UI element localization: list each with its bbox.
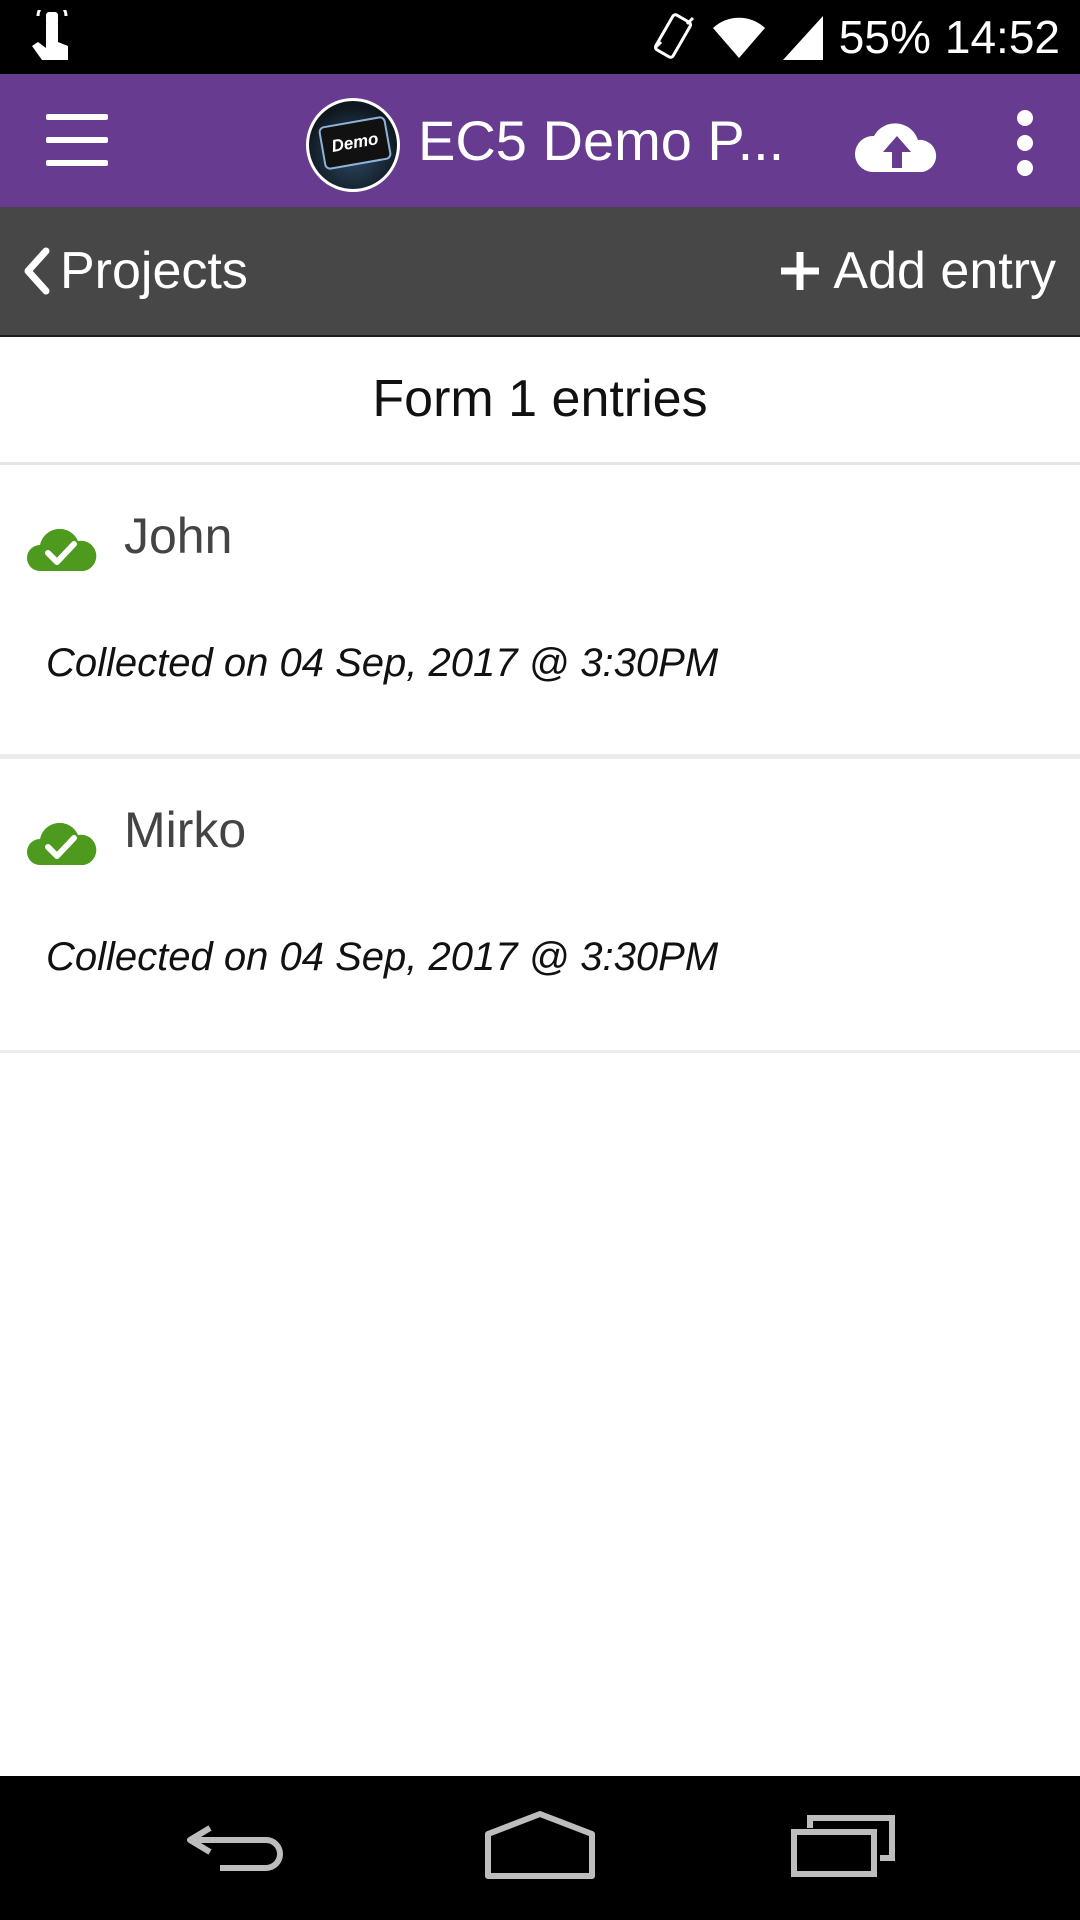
- back-icon[interactable]: [180, 1806, 300, 1886]
- list-item[interactable]: John Collected on 04 Sep, 2017 @ 3:30PM: [0, 465, 1080, 759]
- menu-icon: [46, 114, 108, 120]
- plus-icon: [781, 252, 820, 290]
- upload-cloud-icon[interactable]: [852, 114, 942, 174]
- form-title: Form 1 entries: [0, 337, 1080, 465]
- projects-back-button[interactable]: Projects: [22, 207, 248, 335]
- add-entry-label: Add entry: [833, 242, 1056, 300]
- overflow-menu-button[interactable]: [1010, 110, 1040, 176]
- app-bar: Demo EC5 Demo P...: [0, 74, 1080, 207]
- entry-list: John Collected on 04 Sep, 2017 @ 3:30PM …: [0, 465, 1080, 1053]
- overflow-menu-icon-dot: [1017, 135, 1033, 151]
- entry-title: Mirko: [124, 802, 247, 858]
- recents-icon[interactable]: [782, 1806, 902, 1886]
- menu-button[interactable]: [46, 114, 108, 166]
- overflow-menu-icon-dot: [1017, 160, 1033, 176]
- chevron-left-icon: [24, 247, 50, 295]
- project-logo: Demo: [306, 98, 400, 192]
- wifi-icon: [712, 17, 765, 58]
- add-entry-button[interactable]: Add entry: [779, 207, 1056, 335]
- home-icon[interactable]: [480, 1806, 600, 1886]
- touch-icon: [32, 10, 68, 60]
- cloud-check-icon: [27, 822, 97, 865]
- nav-bar: Projects Add entry: [0, 207, 1080, 337]
- menu-icon-line: [46, 160, 108, 166]
- cloud-check-icon: [27, 528, 97, 571]
- vibrate-icon: [653, 13, 694, 59]
- overflow-menu-icon: [1017, 110, 1033, 126]
- list-item[interactable]: Mirko Collected on 04 Sep, 2017 @ 3:30PM: [0, 759, 1080, 1053]
- screen: 55% 14:52 Demo EC5 Demo P... Projects Ad…: [0, 0, 1080, 1920]
- project-logo-text: Demo: [317, 115, 393, 171]
- clock: 14:52: [944, 11, 1060, 63]
- battery-level: 55%: [838, 11, 931, 63]
- entry-title: John: [124, 508, 233, 564]
- projects-back-label: Projects: [60, 242, 248, 300]
- status-right: 55% 14:52: [651, 0, 1060, 74]
- entry-collected-date: Collected on 04 Sep, 2017 @ 3:30PM: [46, 641, 719, 685]
- project-title: EC5 Demo P...: [418, 109, 785, 172]
- menu-icon-line: [46, 137, 108, 143]
- entry-collected-date: Collected on 04 Sep, 2017 @ 3:30PM: [46, 935, 719, 979]
- system-nav-bar: [0, 1776, 1080, 1920]
- status-bar: 55% 14:52: [0, 0, 1080, 74]
- signal-icon: [782, 16, 823, 60]
